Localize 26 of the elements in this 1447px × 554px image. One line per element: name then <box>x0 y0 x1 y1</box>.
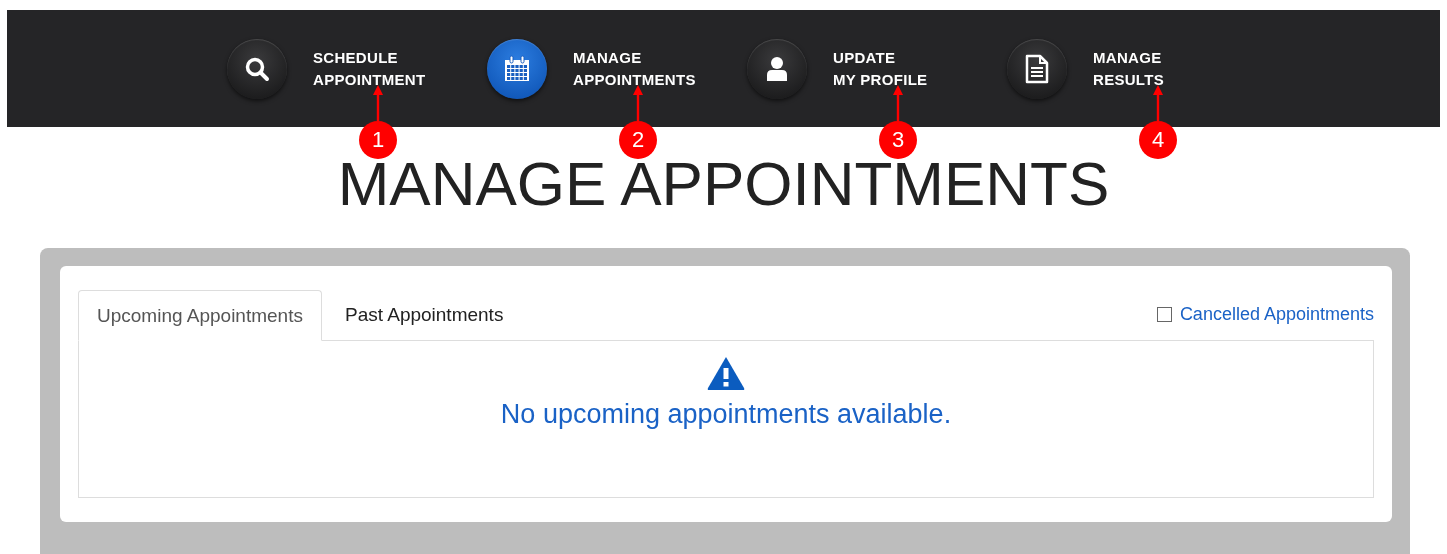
callout-arrow <box>633 85 643 121</box>
checkbox[interactable] <box>1156 306 1172 322</box>
nav-icon-button[interactable] <box>227 38 287 99</box>
user-icon <box>765 55 789 82</box>
tab[interactable]: Past Appointments <box>325 290 523 340</box>
warning-icon <box>706 355 746 391</box>
nav-link[interactable]: UPDATE MY PROFILE <box>833 46 928 91</box>
callout-badge: 3 <box>879 121 917 159</box>
nav-icon-button[interactable] <box>487 38 547 99</box>
cancelled-link[interactable]: Cancelled Appointments <box>1179 303 1374 325</box>
callout-badge: 4 <box>1139 121 1177 159</box>
callout-badge: 1 <box>359 121 397 159</box>
callout-arrow <box>1153 85 1163 121</box>
nav-icon-button[interactable] <box>1007 38 1067 99</box>
callout-arrow <box>373 85 383 121</box>
calendar-icon <box>503 54 531 83</box>
nav-icon-button[interactable] <box>747 38 807 99</box>
document-icon <box>1025 53 1049 84</box>
nav-link[interactable]: MANAGE APPOINTMENTS <box>573 46 696 91</box>
empty-message: No upcoming appointments available. <box>500 399 952 430</box>
nav-link[interactable]: MANAGE RESULTS <box>1093 46 1164 91</box>
search-icon <box>244 55 270 82</box>
tab[interactable]: Upcoming Appointments <box>78 290 322 341</box>
callout-arrow <box>893 85 903 121</box>
nav-link[interactable]: SCHEDULE APPOINTMENT <box>313 46 426 91</box>
callout-badge: 2 <box>619 121 657 159</box>
